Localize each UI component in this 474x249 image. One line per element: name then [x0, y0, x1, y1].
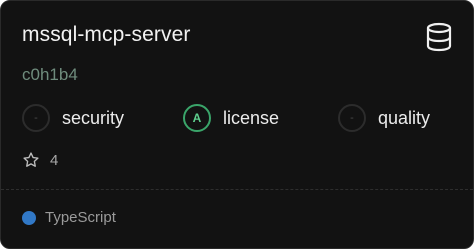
quality-label: quality	[378, 107, 431, 128]
language-color-dot	[22, 210, 36, 225]
language-info: TypeScript	[22, 209, 116, 226]
server-card[interactable]: mssql-mcp-server c0h1b4 - security A lic…	[0, 0, 474, 249]
card-divider	[1, 189, 473, 190]
security-label: security	[62, 107, 125, 128]
license-score[interactable]: A license	[183, 102, 279, 134]
security-grade-badge: -	[22, 104, 50, 132]
star-count: 4	[50, 151, 59, 169]
star-stat: 4	[22, 151, 58, 169]
language-name: TypeScript	[45, 209, 116, 226]
license-grade-badge: A	[183, 104, 211, 132]
quality-grade-badge: -	[338, 104, 366, 132]
star-icon	[23, 152, 39, 167]
repo-owner-link[interactable]: c0h1b4	[22, 65, 78, 85]
security-score[interactable]: - security	[22, 102, 124, 134]
database-icon	[426, 22, 452, 52]
quality-score[interactable]: - quality	[338, 102, 430, 134]
score-row: - security A license - quality	[22, 102, 462, 134]
license-label: license	[223, 107, 280, 128]
repo-name[interactable]: mssql-mcp-server	[22, 23, 190, 47]
